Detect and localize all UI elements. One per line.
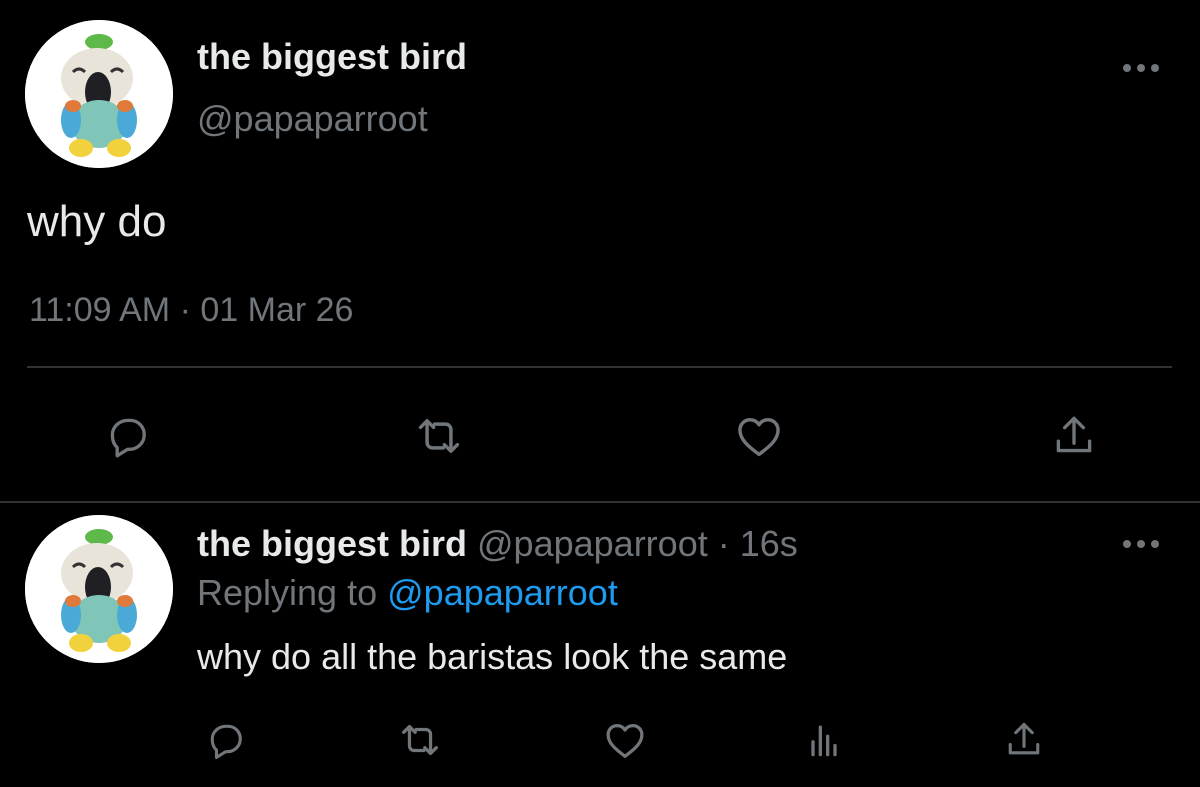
- replying-to-label: Replying to: [197, 572, 378, 613]
- replying-to: Replying to @papaparroot: [197, 571, 618, 615]
- more-options-button[interactable]: [1118, 528, 1164, 560]
- user-handle[interactable]: @papaparroot: [197, 98, 428, 140]
- divider: [27, 366, 1172, 368]
- reply-header: the biggest bird @papaparroot · 16s: [197, 522, 798, 566]
- tweet-date: 01 Mar 26: [200, 291, 354, 329]
- share-icon: [1008, 722, 1040, 755]
- reply-icon: [110, 418, 146, 458]
- tweet-text: why do: [27, 197, 167, 246]
- tweet-text: why do all the baristas look the same: [197, 636, 788, 677]
- parrot-plush-avatar-icon: [25, 515, 173, 663]
- retweet-icon: [402, 724, 438, 756]
- retweet-button[interactable]: [407, 404, 471, 468]
- parrot-plush-avatar-icon: [25, 20, 173, 168]
- more-horizontal-icon: [1123, 540, 1159, 548]
- analytics-button[interactable]: [796, 712, 852, 768]
- tweet-time: 11:09 AM: [29, 291, 171, 329]
- avatar[interactable]: [25, 20, 173, 168]
- tweet-time[interactable]: 16s: [740, 523, 798, 564]
- tweet-timestamp[interactable]: 11:09 AM · 01 Mar 26: [29, 289, 353, 331]
- more-options-button[interactable]: [1118, 52, 1164, 84]
- meta-separator: ·: [179, 291, 191, 329]
- meta-separator: ·: [717, 523, 730, 564]
- avatar[interactable]: [25, 515, 173, 663]
- share-button[interactable]: [996, 712, 1052, 768]
- retweet-icon: [418, 419, 460, 453]
- like-button[interactable]: [727, 404, 791, 468]
- mention-link[interactable]: @papaparroot: [387, 572, 618, 613]
- section-divider: [0, 501, 1200, 503]
- heart-icon: [606, 723, 644, 758]
- more-horizontal-icon: [1123, 64, 1159, 72]
- display-name[interactable]: the biggest bird: [197, 36, 467, 78]
- heart-icon: [738, 418, 780, 457]
- user-handle[interactable]: @papaparroot: [477, 523, 708, 564]
- share-button[interactable]: [1042, 404, 1106, 468]
- retweet-button[interactable]: [392, 712, 448, 768]
- like-button[interactable]: [597, 712, 653, 768]
- display-name[interactable]: the biggest bird: [197, 523, 467, 564]
- reply-icon: [210, 724, 242, 759]
- reply-button[interactable]: [198, 712, 254, 768]
- analytics-icon: [811, 725, 837, 757]
- reply-button[interactable]: [96, 404, 160, 468]
- share-icon: [1056, 416, 1092, 453]
